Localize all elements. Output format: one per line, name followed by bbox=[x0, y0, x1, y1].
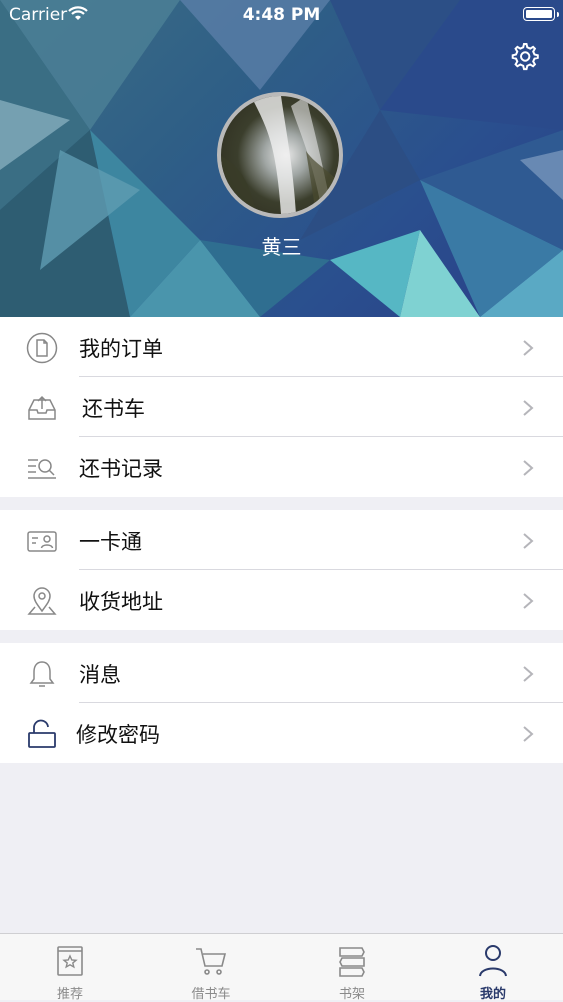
tab-bookshelf[interactable]: 书架 bbox=[282, 934, 422, 1002]
list-search-icon bbox=[28, 459, 56, 479]
menu-label: 收货地址 bbox=[79, 590, 163, 614]
menu-item-return-history[interactable]: 还书记录 bbox=[0, 437, 563, 497]
username: 黄三 bbox=[261, 235, 302, 259]
battery-icon bbox=[523, 7, 559, 21]
chevron-right-icon bbox=[523, 533, 534, 549]
menu-item-my-orders[interactable]: 我的订单 bbox=[0, 317, 563, 377]
unlock-icon bbox=[28, 719, 56, 748]
chevron-right-icon bbox=[523, 460, 534, 476]
tab-label: 借书车 bbox=[191, 987, 231, 1002]
menu-label: 还书车 bbox=[82, 397, 145, 421]
menu-item-return-cart[interactable]: 还书车 bbox=[0, 377, 563, 437]
menu-label: 我的订单 bbox=[79, 337, 163, 361]
tab-label: 推荐 bbox=[56, 987, 83, 1002]
document-icon bbox=[26, 332, 58, 364]
book-star-icon bbox=[57, 946, 83, 976]
status-time: 4:48 PM bbox=[242, 5, 321, 25]
tab-bar: 推荐 借书车 书架 我的 bbox=[0, 933, 563, 1002]
chevron-right-icon bbox=[523, 593, 534, 609]
tab-label: 我的 bbox=[479, 987, 506, 1002]
person-icon bbox=[479, 945, 507, 977]
menu-label: 还书记录 bbox=[79, 457, 163, 481]
location-pin-icon bbox=[27, 587, 57, 615]
tab-recommend[interactable]: 推荐 bbox=[0, 934, 140, 1002]
menu-label: 一卡通 bbox=[79, 530, 142, 554]
avatar-waterfall-image bbox=[221, 96, 339, 214]
menu-group-account: 一卡通 收货地址 bbox=[0, 510, 563, 630]
menu-item-card[interactable]: 一卡通 bbox=[0, 510, 563, 570]
chevron-right-icon bbox=[523, 666, 534, 682]
menu-item-change-password[interactable]: 修改密码 bbox=[0, 703, 563, 763]
profile-header: Carrier 4:48 PM 黄三 bbox=[0, 0, 563, 317]
chevron-right-icon bbox=[523, 340, 534, 356]
chevron-right-icon bbox=[523, 726, 534, 742]
inbox-return-icon bbox=[28, 395, 56, 420]
id-card-icon bbox=[27, 531, 57, 552]
avatar[interactable] bbox=[217, 92, 343, 218]
tab-mine[interactable]: 我的 bbox=[423, 934, 563, 1002]
menu-label: 消息 bbox=[79, 663, 121, 687]
settings-gear-icon[interactable] bbox=[509, 41, 539, 71]
menu-label: 修改密码 bbox=[76, 723, 160, 747]
chevron-right-icon bbox=[523, 400, 534, 416]
tab-borrow-cart[interactable]: 借书车 bbox=[141, 934, 281, 1002]
cart-icon bbox=[196, 948, 227, 975]
menu-item-address[interactable]: 收货地址 bbox=[0, 570, 563, 630]
menu-group-settings: 消息 修改密码 bbox=[0, 643, 563, 763]
bell-icon bbox=[29, 661, 55, 687]
menu-item-messages[interactable]: 消息 bbox=[0, 643, 563, 703]
menu-group-orders: 我的订单 还书车 还书记录 bbox=[0, 317, 563, 497]
books-icon bbox=[339, 947, 365, 977]
tab-label: 书架 bbox=[338, 987, 365, 1002]
status-bar: Carrier 4:48 PM bbox=[0, 0, 563, 30]
